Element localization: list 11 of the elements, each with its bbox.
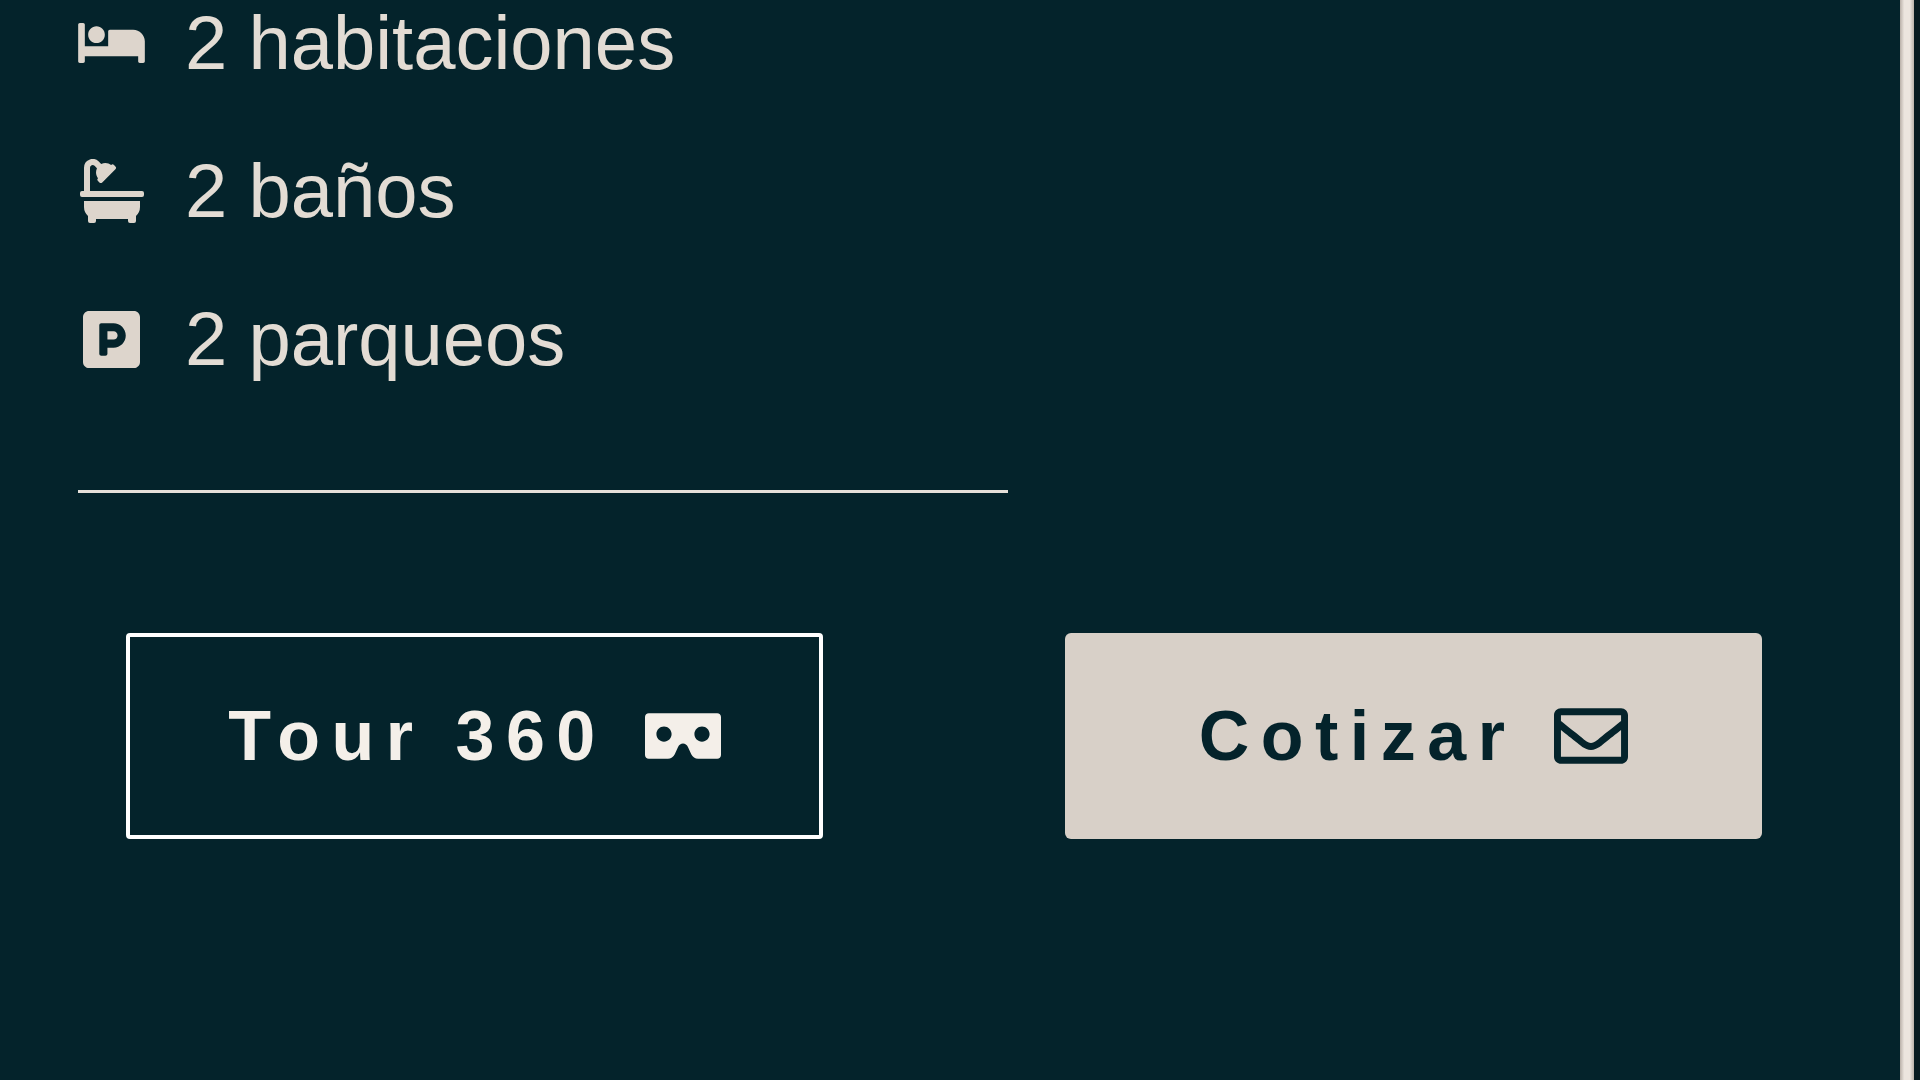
bathtub-icon [79, 159, 144, 223]
feature-label: 2 parqueos [185, 296, 566, 382]
quote-button[interactable]: Cotizar [1065, 633, 1762, 839]
vr-headset-icon [644, 713, 721, 759]
parking-icon [83, 310, 140, 368]
tour-button[interactable]: Tour 360 [126, 633, 823, 839]
bed-icon [78, 23, 145, 63]
feature-label: 2 habitaciones [185, 0, 676, 86]
feature-label: 2 baños [185, 148, 456, 234]
scrollbar[interactable] [1900, 0, 1920, 1080]
envelope-icon [1554, 708, 1629, 764]
